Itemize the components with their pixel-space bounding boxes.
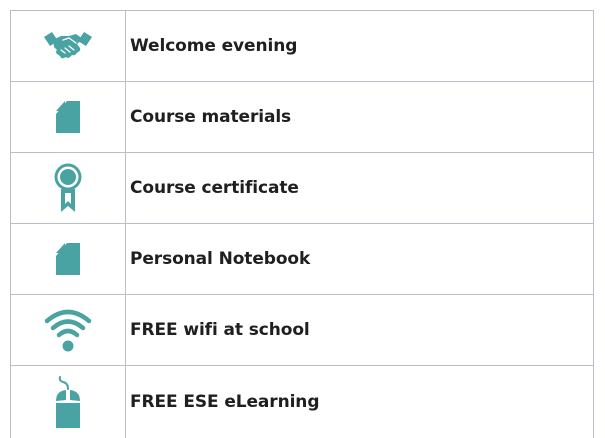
feature-label: FREE ESE eLearning <box>125 365 594 438</box>
table-row: FREE wifi at school <box>10 294 594 366</box>
wifi-icon <box>44 309 92 352</box>
handshake-icon <box>44 32 92 59</box>
features-table: Welcome evening Course materials Course … <box>10 10 594 438</box>
document-icon <box>56 243 80 275</box>
certificate-ribbon-icon <box>54 163 82 212</box>
table-row: Course materials <box>10 81 594 153</box>
icon-cell <box>10 294 126 366</box>
icon-cell <box>10 10 126 82</box>
icon-cell <box>10 81 126 153</box>
icon-cell <box>10 223 126 295</box>
table-row: Course certificate <box>10 152 594 224</box>
table-row: Welcome evening <box>10 10 594 82</box>
table-row: Personal Notebook <box>10 223 594 295</box>
mouse-icon <box>56 375 80 428</box>
feature-label: Personal Notebook <box>125 223 594 295</box>
icon-cell <box>10 152 126 224</box>
feature-label: Welcome evening <box>125 10 594 82</box>
feature-label: Course materials <box>125 81 594 153</box>
feature-label: Course certificate <box>125 152 594 224</box>
feature-label: FREE wifi at school <box>125 294 594 366</box>
table-row: FREE ESE eLearning <box>10 365 594 438</box>
document-icon <box>56 101 80 133</box>
icon-cell <box>10 365 126 438</box>
